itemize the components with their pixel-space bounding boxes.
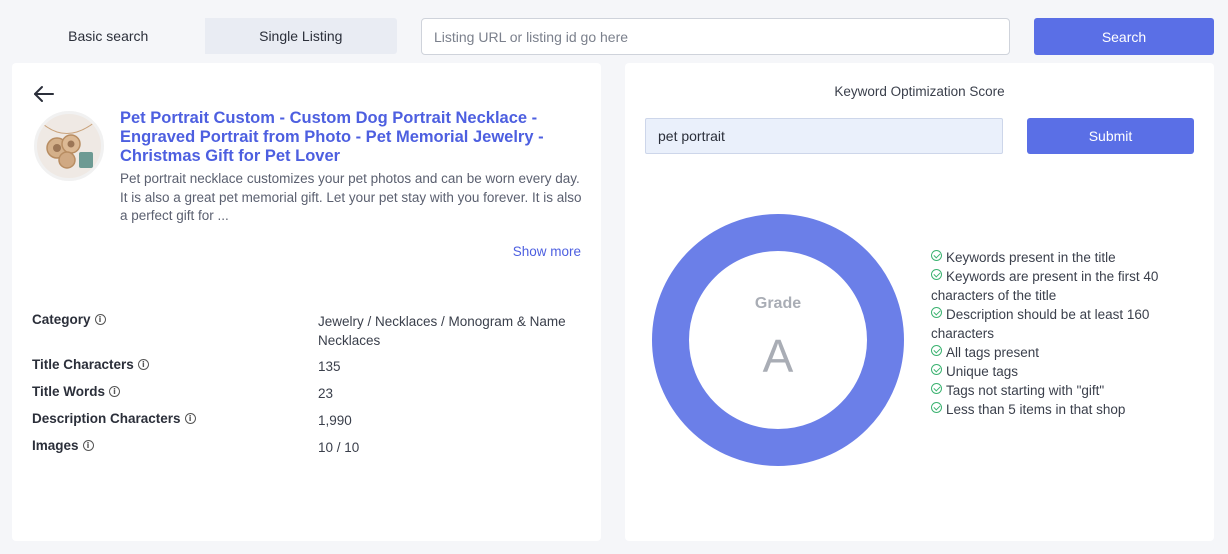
- necklace-photo-icon: [37, 114, 101, 178]
- show-more-link[interactable]: Show more: [513, 244, 581, 259]
- submit-button[interactable]: Submit: [1027, 118, 1194, 154]
- checklist-item: Keywords are present in the first 40 cha…: [931, 267, 1191, 305]
- detail-label-text: Title Words: [32, 384, 106, 399]
- detail-label: Category i: [32, 312, 106, 327]
- info-icon[interactable]: i: [82, 440, 94, 451]
- grade-label: Grade: [754, 295, 802, 312]
- info-icon[interactable]: i: [94, 314, 106, 325]
- detail-value: 23: [318, 386, 334, 401]
- checklist-item: Less than 5 items in that shop: [931, 400, 1191, 419]
- detail-label: Description Characters i: [32, 411, 196, 426]
- checklist-item: All tags present: [931, 343, 1191, 362]
- search-button[interactable]: Search: [1034, 18, 1214, 55]
- check-circle-icon: [931, 383, 942, 394]
- detail-value: 135: [318, 359, 341, 374]
- check-circle-icon: [931, 250, 942, 261]
- keyword-input[interactable]: [645, 118, 1003, 154]
- criteria-checklist: Keywords present in the title Keywords a…: [931, 248, 1191, 419]
- listing-thumbnail: [34, 111, 104, 181]
- detail-label-text: Description Characters: [32, 411, 181, 426]
- check-circle-icon: [931, 402, 942, 413]
- checklist-item-text: Description should be at least 160 chara…: [931, 307, 1150, 341]
- checklist-item-text: Tags not starting with "gift": [946, 383, 1105, 398]
- check-circle-icon: [931, 269, 942, 280]
- score-title: Keyword Optimization Score: [834, 84, 1005, 99]
- search-mode-tabs: Basic search Single Listing: [12, 18, 397, 54]
- checklist-item-text: Less than 5 items in that shop: [946, 402, 1126, 417]
- keyword-score-panel: Keyword Optimization Score Submit Grade …: [625, 63, 1214, 541]
- detail-value: Jewelry / Necklaces / Monogram & Name Ne…: [318, 314, 566, 348]
- info-icon[interactable]: i: [109, 386, 121, 397]
- checklist-item: Tags not starting with "gift": [931, 381, 1191, 400]
- detail-label: Title Characters i: [32, 357, 149, 372]
- detail-value: 1,990: [318, 413, 352, 428]
- check-circle-icon: [931, 307, 942, 318]
- detail-value: 10 / 10: [318, 440, 360, 455]
- info-icon[interactable]: i: [184, 413, 196, 424]
- tab-single-listing[interactable]: Single Listing: [204, 18, 397, 54]
- info-icon[interactable]: i: [137, 359, 149, 370]
- grade-value: A: [762, 330, 794, 382]
- detail-label-text: Title Characters: [32, 357, 134, 372]
- listing-title-link[interactable]: Pet Portrait Custom - Custom Dog Portrai…: [120, 109, 580, 166]
- detail-label: Title Words i: [32, 384, 121, 399]
- check-circle-icon: [931, 345, 942, 356]
- detail-label-text: Images: [32, 438, 79, 453]
- listing-url-input[interactable]: [421, 18, 1010, 55]
- checklist-item-text: Keywords are present in the first 40 cha…: [931, 269, 1159, 303]
- checklist-item: Description should be at least 160 chara…: [931, 305, 1191, 343]
- back-arrow-icon[interactable]: [32, 83, 56, 105]
- checklist-item-text: Keywords present in the title: [946, 250, 1116, 265]
- checklist-item: Unique tags: [931, 362, 1191, 381]
- check-circle-icon: [931, 364, 942, 375]
- checklist-item-text: Unique tags: [946, 364, 1019, 379]
- tab-basic-search[interactable]: Basic search: [12, 18, 205, 54]
- listing-panel: Pet Portrait Custom - Custom Dog Portrai…: [12, 63, 601, 541]
- detail-label-text: Category: [32, 312, 91, 327]
- checklist-item: Keywords present in the title: [931, 248, 1191, 267]
- detail-label: Images i: [32, 438, 94, 453]
- checklist-item-text: All tags present: [946, 345, 1040, 360]
- listing-description: Pet portrait necklace customizes your pe…: [120, 171, 582, 223]
